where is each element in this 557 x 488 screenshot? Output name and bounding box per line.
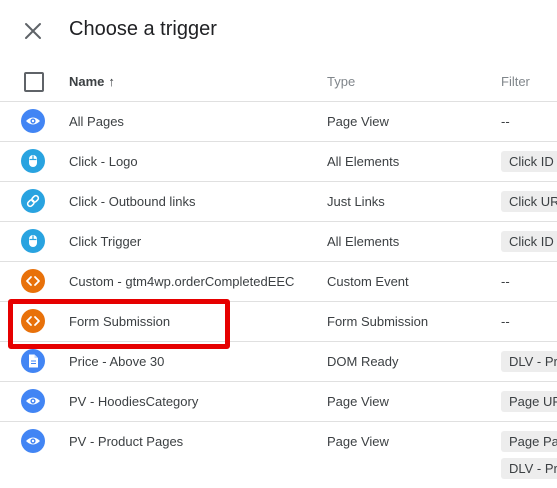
- trigger-type: DOM Ready: [327, 354, 399, 369]
- select-all-checkbox[interactable]: [24, 72, 44, 92]
- trigger-type: Custom Event: [327, 274, 409, 289]
- trigger-row-form-submission[interactable]: Form Submission Form Submission --: [0, 302, 557, 342]
- trigger-row-price-above-30[interactable]: Price - Above 30 DOM Ready DLV - Pr: [0, 342, 557, 382]
- trigger-type: Page View: [327, 434, 389, 449]
- trigger-type: All Elements: [327, 154, 400, 169]
- trigger-name: Price - Above 30: [69, 354, 165, 369]
- column-header-name-label: Name: [69, 74, 105, 89]
- sort-ascending-icon: ↑: [108, 74, 115, 89]
- mouse-icon: [21, 229, 45, 253]
- dialog-header: Choose a trigger: [0, 0, 557, 62]
- filter-chip: DLV - Pr: [501, 458, 557, 479]
- trigger-row-click-trigger[interactable]: Click Trigger All Elements Click ID: [0, 222, 557, 262]
- mouse-icon: [21, 149, 45, 173]
- trigger-name: Click - Logo: [69, 154, 138, 169]
- trigger-filter: --: [501, 114, 510, 129]
- document-icon: [21, 349, 45, 373]
- trigger-type: All Elements: [327, 234, 400, 249]
- trigger-filter: --: [501, 314, 510, 329]
- trigger-table: Name ↑ Type Filter All Pages Page View --…: [0, 62, 557, 483]
- eye-icon: [21, 429, 45, 453]
- eye-icon: [21, 109, 45, 133]
- column-header-filter: Filter: [501, 74, 530, 89]
- code-icon: [21, 269, 45, 293]
- trigger-type: Page View: [327, 114, 389, 129]
- table-header-row: Name ↑ Type Filter: [0, 62, 557, 102]
- filter-chip: Click ID: [501, 231, 557, 252]
- trigger-row-all-pages[interactable]: All Pages Page View --: [0, 102, 557, 142]
- trigger-name: PV - Product Pages: [69, 434, 184, 449]
- filter-chip: Page UR: [501, 391, 557, 412]
- eye-icon: [21, 389, 45, 413]
- code-icon: [21, 309, 45, 333]
- trigger-name: Click - Outbound links: [69, 194, 196, 209]
- filter-chip: Click ID: [501, 151, 557, 172]
- dialog-title: Choose a trigger: [69, 18, 217, 40]
- trigger-name: PV - HoodiesCategory: [69, 394, 199, 409]
- trigger-row-pv-hoodies-category[interactable]: PV - HoodiesCategory Page View Page UR: [0, 382, 557, 422]
- filter-chip: DLV - Pr: [501, 351, 557, 372]
- close-icon[interactable]: [22, 20, 44, 42]
- trigger-row-click-outbound-links[interactable]: Click - Outbound links Just Links Click …: [0, 182, 557, 222]
- trigger-type: Page View: [327, 394, 389, 409]
- column-header-type: Type: [327, 74, 356, 89]
- filter-chip: Page Pa: [501, 431, 557, 452]
- trigger-name: Click Trigger: [69, 234, 142, 249]
- trigger-row-pv-product-pages[interactable]: PV - Product Pages Page View Page Pa DLV…: [0, 422, 557, 483]
- filter-chip: Click UR: [501, 191, 557, 212]
- trigger-row-click-logo[interactable]: Click - Logo All Elements Click ID: [0, 142, 557, 182]
- trigger-name: Custom - gtm4wp.orderCompletedEEC: [69, 274, 295, 289]
- column-header-name[interactable]: Name ↑: [69, 74, 115, 89]
- trigger-row-custom-event[interactable]: Custom - gtm4wp.orderCompletedEEC Custom…: [0, 262, 557, 302]
- trigger-name: All Pages: [69, 114, 124, 129]
- trigger-filter: --: [501, 274, 510, 289]
- link-icon: [21, 189, 45, 213]
- trigger-name: Form Submission: [69, 314, 171, 329]
- trigger-type: Form Submission: [327, 314, 429, 329]
- trigger-type: Just Links: [327, 194, 385, 209]
